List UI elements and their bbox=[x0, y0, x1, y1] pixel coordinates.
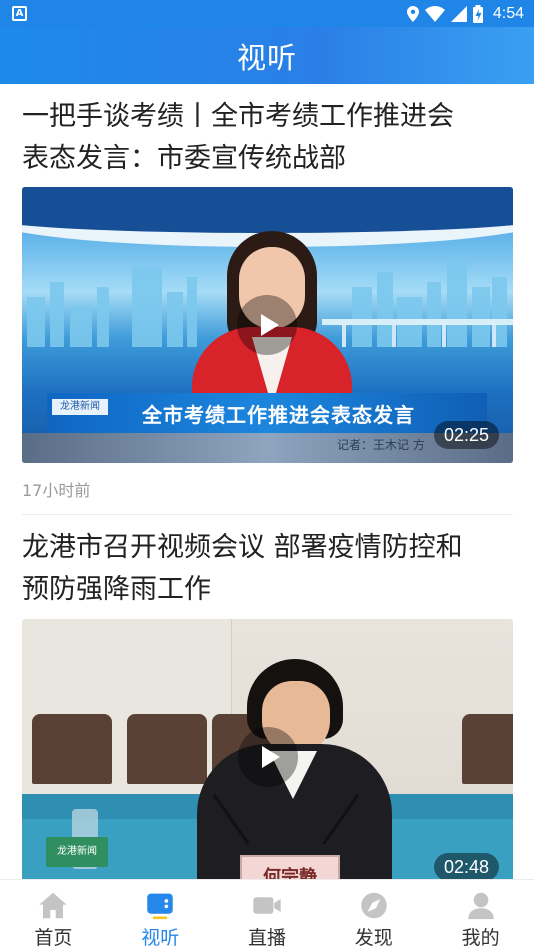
home-icon bbox=[39, 892, 68, 919]
tab-label: 首页 bbox=[34, 927, 73, 949]
tab-label: 发现 bbox=[354, 927, 393, 949]
article-title[interactable]: 龙港市召开视频会议 部署疫情防控和 预防强降雨工作 bbox=[22, 527, 513, 611]
play-icon bbox=[261, 746, 280, 768]
tab-live[interactable]: 直播 bbox=[214, 880, 321, 950]
news-banner: 全市考绩工作推进会表态发言 bbox=[47, 393, 487, 433]
app-header: 视听 bbox=[0, 27, 534, 84]
news-banner-text: 全市考绩工作推进会表态发言 bbox=[142, 403, 415, 427]
bottom-tab-bar: 首页 视听 直播 发现 我的 bbox=[0, 879, 534, 950]
play-button[interactable] bbox=[237, 295, 297, 355]
signal-icon bbox=[450, 5, 467, 22]
video-duration: 02:25 bbox=[433, 421, 499, 449]
page-title: 视听 bbox=[236, 40, 297, 75]
video-camera-icon bbox=[253, 897, 281, 914]
chair bbox=[32, 714, 112, 784]
compass-icon bbox=[361, 892, 387, 919]
status-bar: A 4:54 bbox=[0, 0, 534, 27]
tab-discover[interactable]: 发现 bbox=[320, 880, 427, 950]
wifi-icon bbox=[424, 5, 445, 22]
nameplate: 何宗静 bbox=[240, 855, 340, 879]
article-card[interactable]: 一把手谈考绩丨全市考绩工作推进会 表态发言：市委宣传统战部 全市考绩工作推进会表… bbox=[22, 96, 513, 515]
play-icon bbox=[260, 314, 279, 336]
divider bbox=[22, 514, 513, 515]
video-feed[interactable]: 一把手谈考绩丨全市考绩工作推进会 表态发言：市委宣传统战部 全市考绩工作推进会表… bbox=[0, 84, 534, 879]
notification-icon: A bbox=[12, 6, 27, 21]
video-thumbnail[interactable]: 全市考绩工作推进会表态发言 龙港新闻 记者：王木记 方 02:25 bbox=[22, 187, 513, 463]
publish-time: 17小时前 bbox=[22, 481, 91, 500]
location-icon bbox=[406, 5, 419, 22]
chair bbox=[127, 714, 207, 784]
status-bar-right: 4:54 bbox=[406, 4, 524, 23]
tab-label: 我的 bbox=[461, 927, 500, 949]
user-icon bbox=[467, 892, 494, 920]
status-time: 4:54 bbox=[492, 4, 524, 22]
tab-profile[interactable]: 我的 bbox=[427, 880, 534, 950]
tab-media[interactable]: 视听 bbox=[107, 880, 214, 950]
battery-charging-icon bbox=[472, 4, 483, 23]
play-button[interactable] bbox=[238, 727, 298, 787]
article-card[interactable]: 龙港市召开视频会议 部署疫情防控和 预防强降雨工作 何宗静 龙港新闻 02:48 bbox=[22, 527, 513, 879]
tab-home[interactable]: 首页 bbox=[0, 880, 107, 950]
video-thumbnail[interactable]: 何宗静 龙港新闻 02:48 bbox=[22, 619, 513, 879]
channel-logo: 龙港新闻 bbox=[46, 837, 108, 867]
nameplate-text: 何宗静 bbox=[263, 867, 317, 879]
tab-label: 视听 bbox=[141, 927, 180, 949]
article-title[interactable]: 一把手谈考绩丨全市考绩工作推进会 表态发言：市委宣传统战部 bbox=[22, 96, 513, 180]
channel-logo: 龙港新闻 bbox=[52, 399, 108, 415]
reporter-caption: 记者：王木记 方 bbox=[337, 438, 425, 452]
chair bbox=[462, 714, 513, 784]
media-icon bbox=[147, 893, 173, 920]
status-bar-left: A bbox=[12, 6, 27, 21]
tab-label: 直播 bbox=[247, 927, 286, 949]
video-duration: 02:48 bbox=[433, 853, 499, 879]
